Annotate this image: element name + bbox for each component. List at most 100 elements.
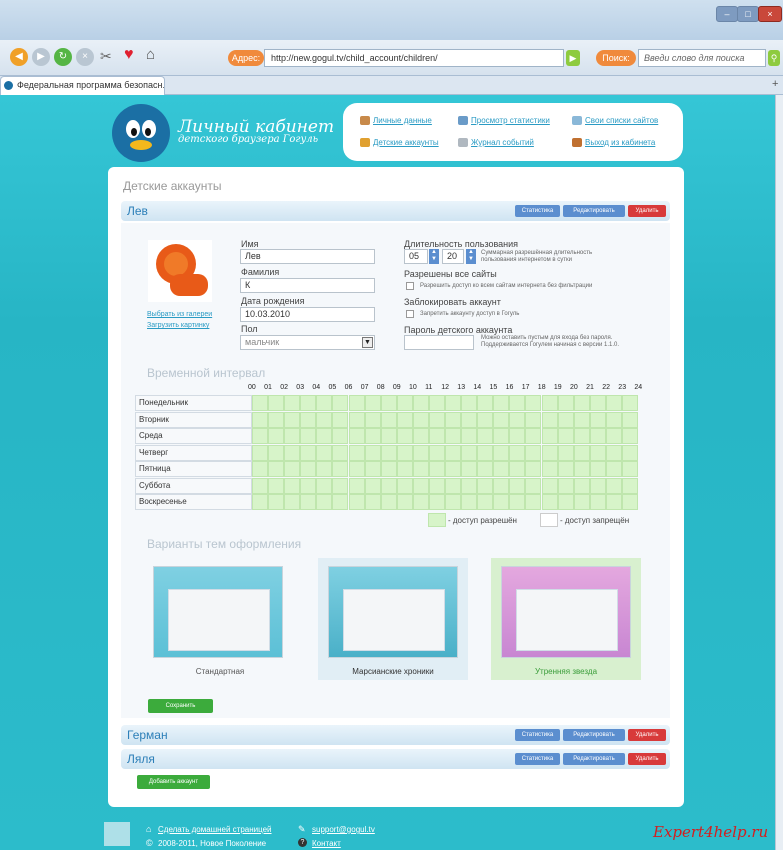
- schedule-cell[interactable]: [493, 428, 510, 444]
- schedule-cell[interactable]: [412, 477, 429, 494]
- schedule-cell[interactable]: [557, 477, 574, 494]
- schedule-cell[interactable]: [589, 428, 606, 444]
- address-input[interactable]: http://new.gogul.tv/child_account/childr…: [264, 49, 564, 67]
- schedule-cell[interactable]: [428, 395, 445, 411]
- schedule-cell[interactable]: [461, 494, 478, 510]
- new-tab-button[interactable]: +: [772, 78, 778, 90]
- schedule-cell[interactable]: [493, 461, 510, 477]
- schedule-cell[interactable]: [445, 461, 462, 477]
- scrollbar[interactable]: [775, 95, 783, 850]
- schedule-cell[interactable]: [284, 494, 301, 510]
- schedule-cell[interactable]: [316, 477, 333, 494]
- password-input[interactable]: [404, 335, 474, 350]
- save-button[interactable]: Сохранить: [148, 699, 213, 713]
- menu-label[interactable]: Личные данные: [373, 116, 432, 125]
- gender-select[interactable]: мальчик ▼: [240, 335, 375, 350]
- schedule-cell[interactable]: [477, 395, 494, 411]
- schedule-cell[interactable]: [412, 428, 429, 444]
- schedule-cell[interactable]: [268, 395, 285, 411]
- schedule-cell[interactable]: [268, 494, 285, 510]
- schedule-cell[interactable]: [316, 494, 333, 510]
- schedule-cell[interactable]: [541, 477, 558, 494]
- delete-button[interactable]: Удалить: [628, 205, 666, 217]
- schedule-cell[interactable]: [445, 444, 462, 461]
- schedule-cell[interactable]: [621, 494, 638, 510]
- schedule-cell[interactable]: [332, 461, 349, 477]
- menu-label[interactable]: Просмотр статистики: [471, 116, 550, 125]
- contact-link[interactable]: Контакт: [312, 839, 341, 848]
- schedule-cell[interactable]: [557, 428, 574, 444]
- menu-label[interactable]: Свои списки сайтов: [585, 116, 658, 125]
- schedule-cell[interactable]: [396, 494, 413, 510]
- schedule-cell[interactable]: [445, 411, 462, 428]
- duration-minutes-input[interactable]: 20: [442, 249, 464, 264]
- schedule-cell[interactable]: [300, 461, 317, 477]
- duration-hours-input[interactable]: 05: [404, 249, 428, 264]
- schedule-cell[interactable]: [445, 395, 462, 411]
- schedule-cell[interactable]: [268, 477, 285, 494]
- schedule-cell[interactable]: [557, 494, 574, 510]
- schedule-cell[interactable]: [525, 395, 542, 411]
- schedule-cell[interactable]: [461, 411, 478, 428]
- schedule-cell[interactable]: [557, 395, 574, 411]
- schedule-cell[interactable]: [348, 494, 365, 510]
- schedule-cell[interactable]: [268, 428, 285, 444]
- schedule-cell[interactable]: [589, 494, 606, 510]
- maximize-button[interactable]: □: [737, 6, 759, 22]
- schedule-cell[interactable]: [477, 411, 494, 428]
- schedule-cell[interactable]: [621, 461, 638, 477]
- last-name-input[interactable]: К: [240, 278, 375, 293]
- schedule-cell[interactable]: [284, 395, 301, 411]
- schedule-cell[interactable]: [509, 477, 526, 494]
- schedule-cell[interactable]: [396, 477, 413, 494]
- choose-from-gallery-link[interactable]: Выбрать из галереи: [147, 311, 212, 318]
- schedule-cell[interactable]: [252, 411, 269, 428]
- heart-icon[interactable]: ♥: [124, 46, 134, 64]
- schedule-cell[interactable]: [477, 477, 494, 494]
- schedule-cell[interactable]: [396, 395, 413, 411]
- schedule-cell[interactable]: [364, 395, 381, 411]
- theme-morning-star[interactable]: Утренняя звезда: [491, 558, 641, 680]
- schedule-cell[interactable]: [396, 444, 413, 461]
- schedule-cell[interactable]: [252, 444, 269, 461]
- schedule-cell[interactable]: [525, 411, 542, 428]
- schedule-cell[interactable]: [316, 411, 333, 428]
- schedule-cell[interactable]: [252, 477, 269, 494]
- schedule-cell[interactable]: [412, 395, 429, 411]
- schedule-cell[interactable]: [412, 444, 429, 461]
- schedule-cell[interactable]: [300, 411, 317, 428]
- schedule-cell[interactable]: [589, 395, 606, 411]
- schedule-cell[interactable]: [284, 477, 301, 494]
- menu-label[interactable]: Выход из кабинета: [585, 138, 655, 147]
- search-icon[interactable]: ⚲: [768, 50, 780, 66]
- schedule-cell[interactable]: [509, 428, 526, 444]
- schedule-cell[interactable]: [348, 477, 365, 494]
- schedule-cell[interactable]: [557, 411, 574, 428]
- schedule-cell[interactable]: [509, 494, 526, 510]
- first-name-input[interactable]: Лев: [240, 249, 375, 264]
- schedule-cell[interactable]: [541, 395, 558, 411]
- schedule-cell[interactable]: [364, 477, 381, 494]
- schedule-cell[interactable]: [605, 411, 622, 428]
- schedule-cell[interactable]: [461, 477, 478, 494]
- upload-picture-link[interactable]: Загрузить картинку: [147, 322, 209, 329]
- schedule-cell[interactable]: [428, 411, 445, 428]
- back-icon[interactable]: ◀: [10, 48, 28, 66]
- schedule-cell[interactable]: [461, 428, 478, 444]
- schedule-cell[interactable]: [300, 428, 317, 444]
- schedule-cell[interactable]: [364, 411, 381, 428]
- schedule-cell[interactable]: [541, 444, 558, 461]
- schedule-cell[interactable]: [621, 411, 638, 428]
- search-input[interactable]: Введи слово для поиска: [638, 49, 766, 67]
- schedule-grid[interactable]: Понедельник Вторник Среда Четверг Пятница Суб…: [135, 395, 638, 512]
- schedule-cell[interactable]: [445, 428, 462, 444]
- schedule-cell[interactable]: [428, 428, 445, 444]
- schedule-cell[interactable]: [300, 494, 317, 510]
- edit-button[interactable]: Редактировать: [563, 753, 625, 765]
- make-homepage-link[interactable]: Сделать домашней страницей: [158, 825, 272, 834]
- schedule-cell[interactable]: [541, 461, 558, 477]
- schedule-cell[interactable]: [605, 461, 622, 477]
- schedule-cell[interactable]: [589, 461, 606, 477]
- schedule-cell[interactable]: [428, 494, 445, 510]
- schedule-cell[interactable]: [509, 444, 526, 461]
